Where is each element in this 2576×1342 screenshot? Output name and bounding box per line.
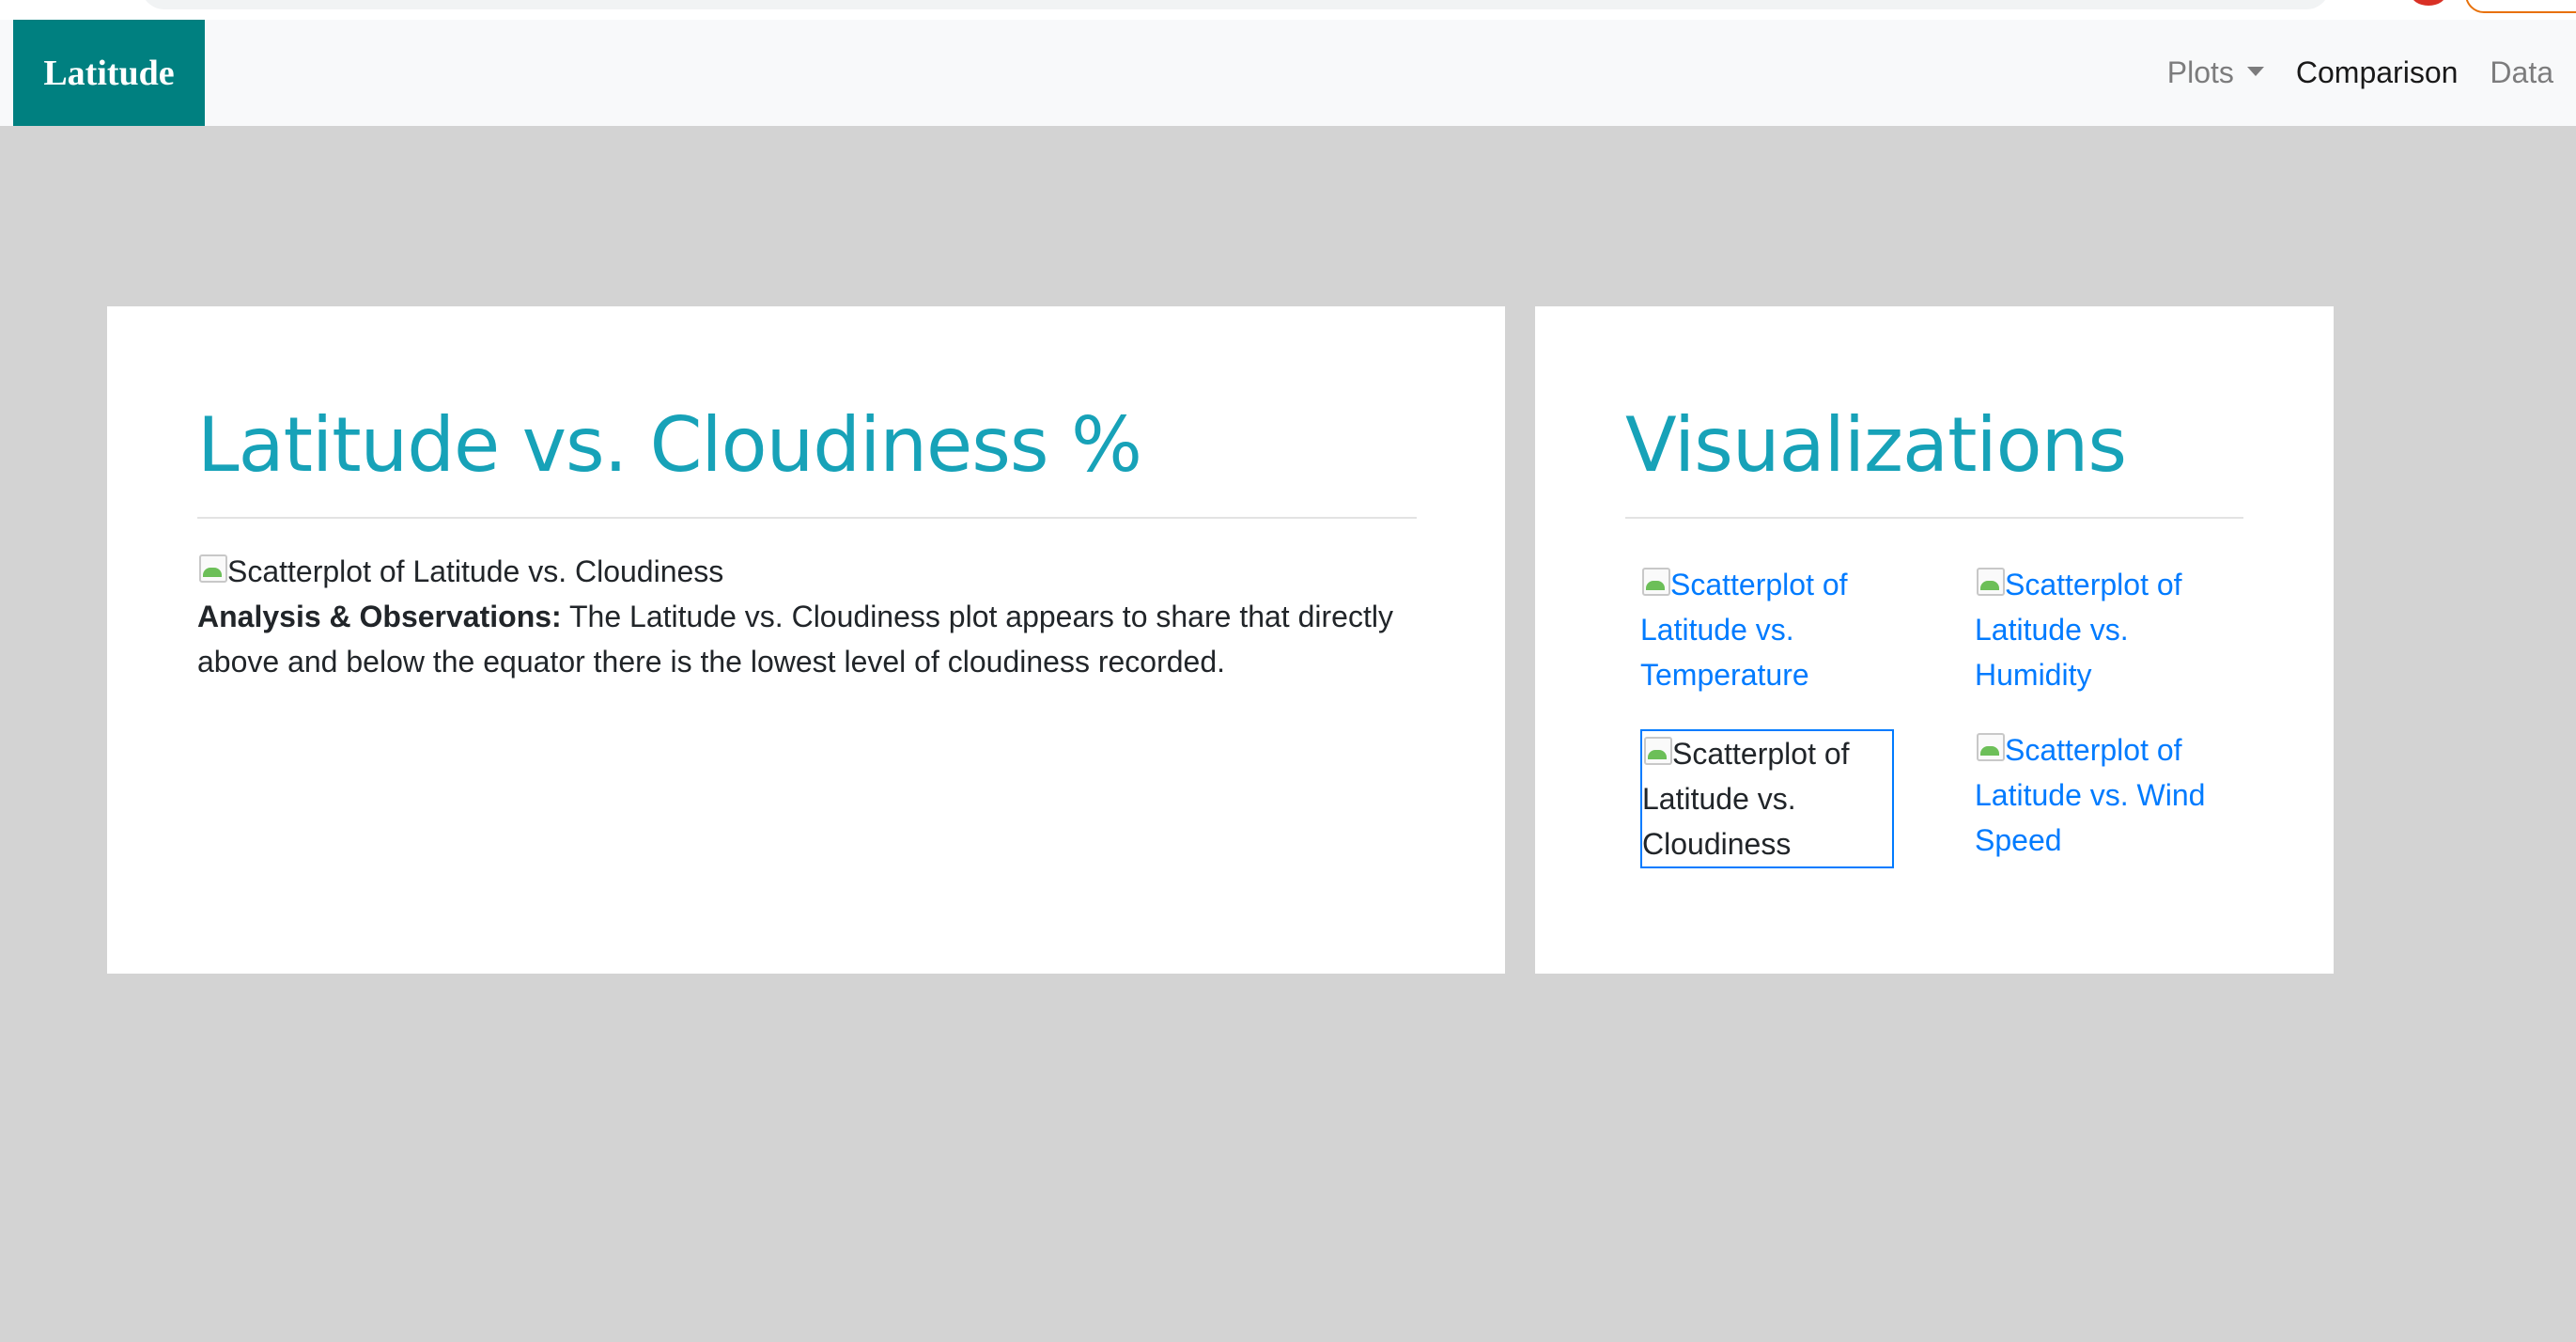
browser-toolbar [0,0,2576,20]
scatterplot-image-alt: Scatterplot of Latitude vs. Cloudiness [227,554,724,588]
nav-plots-label: Plots [2166,55,2234,89]
divider [197,517,1417,519]
nav-data[interactable]: Data [2490,55,2553,90]
thumbnail-temperature[interactable]: Scatterplot of Latitude vs. Temperature [1640,562,1894,697]
thumbnail-alt: Scatterplot of Latitude vs. Humidity [1975,568,2182,692]
analysis-label: Analysis & Observations: [197,600,562,633]
visualizations-title: Visualizations [1625,401,2127,489]
analysis-paragraph: Analysis & Observations: The Latitude vs… [197,594,1428,684]
nav-comparison[interactable]: Comparison [2296,55,2459,90]
profile-avatar-icon[interactable] [2411,0,2446,6]
visualizations-card: Visualizations Scatterplot of Latitude v… [1535,306,2334,974]
main-card: Latitude vs. Cloudiness % Scatterplot of… [107,306,1505,974]
navbar: Latitude Plots Comparison Data [0,20,2576,126]
caret-down-icon [2246,66,2264,76]
divider [1625,517,2243,519]
broken-image-icon [1975,731,2005,761]
thumbnail-alt: Scatterplot of Latitude vs. Cloudiness [1642,737,1850,861]
thumbnail-alt: Scatterplot of Latitude vs. Temperature [1640,568,1848,692]
brand-logo[interactable]: Latitude [13,20,205,126]
thumbnail-cloudiness[interactable]: Scatterplot of Latitude vs. Cloudiness [1640,729,1894,868]
scatterplot-image: Scatterplot of Latitude vs. Cloudiness [197,549,723,594]
nav-plots-dropdown[interactable]: Plots [2167,55,2264,90]
broken-image-icon [1640,566,1670,596]
thumbnail-wind-speed[interactable]: Scatterplot of Latitude vs. Wind Speed [1975,727,2228,863]
broken-image-icon [1642,735,1672,765]
thumbnail-alt: Scatterplot of Latitude vs. Wind Speed [1975,733,2206,857]
broken-image-icon [1975,566,2005,596]
browser-action-button[interactable] [2465,0,2576,13]
page-title: Latitude vs. Cloudiness % [197,401,1142,489]
broken-image-icon [197,553,227,583]
nav-links: Plots Comparison Data [2135,20,2553,126]
thumbnail-humidity[interactable]: Scatterplot of Latitude vs. Humidity [1975,562,2228,697]
address-bar[interactable] [141,0,2330,9]
